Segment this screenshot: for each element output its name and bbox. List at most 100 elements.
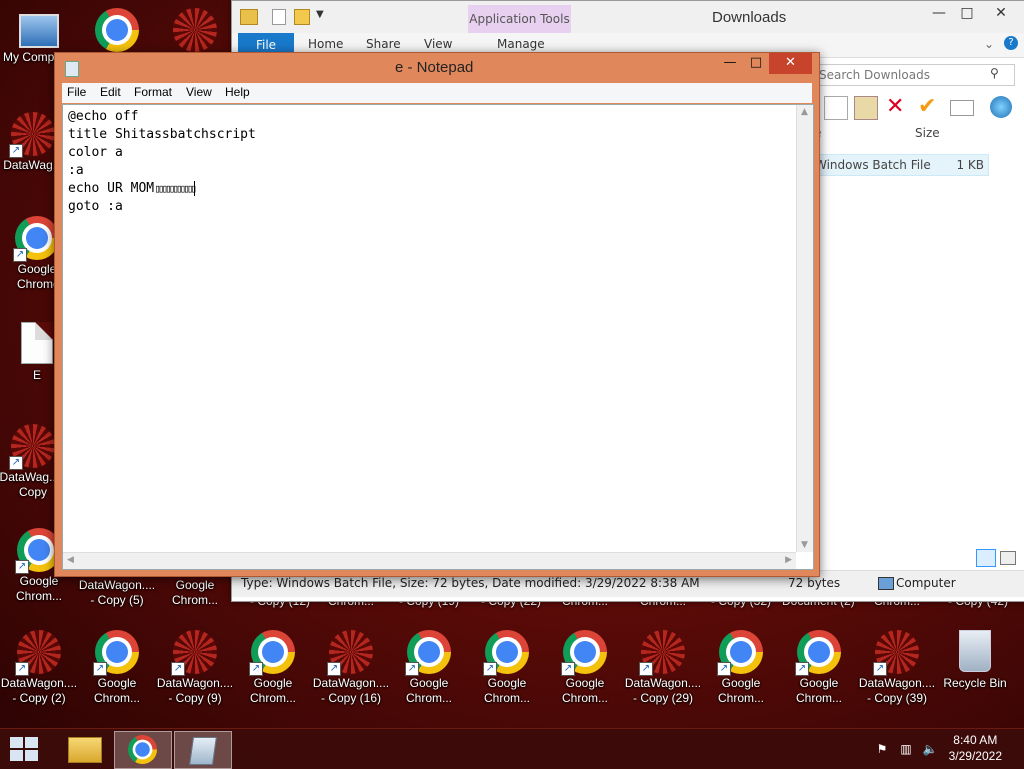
shortcut-arrow-icon: ↗ (327, 662, 341, 676)
desktop-icon-google-chrome-3[interactable]: Google Chrom... (156, 578, 234, 608)
volume-muted-icon[interactable]: 🔈 (922, 741, 938, 757)
desktop-icon-label: Google Chrom... (249, 676, 296, 705)
scroll-up-icon[interactable]: ▲ (801, 107, 808, 117)
minimize-button[interactable]: — (717, 53, 743, 74)
chevron-down-icon[interactable]: ⌄ (984, 37, 994, 51)
clock-date: 3/29/2022 (948, 749, 1002, 763)
globe-icon[interactable] (990, 96, 1012, 118)
tab-share[interactable]: Share (366, 37, 401, 51)
delete-icon[interactable]: ✕ (886, 96, 908, 118)
taskbar-chrome[interactable] (114, 731, 172, 769)
search-icon: ⚲ (990, 66, 999, 80)
desktop-icon[interactable]: ↗ DataWagon.... - Copy (39) (858, 630, 936, 706)
action-center-flag-icon[interactable]: ⚑ (874, 741, 890, 757)
application-tools-label: Application Tools (468, 5, 571, 33)
desktop-icon[interactable]: ↗ Google Chrom... (234, 630, 312, 706)
desktop-icon[interactable]: ↗ Google Chrom... (390, 630, 468, 706)
desktop-icon[interactable]: D (1014, 630, 1024, 691)
menu-file[interactable]: File (67, 85, 86, 99)
file-row[interactable]: Windows Batch File 1 KB (812, 154, 989, 176)
desktop-icon[interactable]: ↗ DataWagon.... - Copy (29) (624, 630, 702, 706)
windows-logo-icon (25, 737, 38, 748)
scroll-down-icon[interactable]: ▼ (801, 540, 808, 550)
column-headers: e Size (814, 126, 1014, 146)
status-location: Computer (896, 576, 956, 590)
code-line: echo UR MOM▯▯▯▯▯▯▯▯▯▯▯ (68, 180, 197, 198)
desktop-icon[interactable]: ↗ Google Chrom... (702, 630, 780, 706)
checkmark-icon[interactable]: ✔ (918, 96, 940, 118)
paste-icon[interactable] (854, 96, 878, 120)
search-input[interactable]: Search Downloads (814, 64, 1015, 86)
chrome-icon: ↗ (249, 630, 295, 676)
desktop-icon[interactable]: ↗ Google Chrom... (546, 630, 624, 706)
desktop-icon-label: Google Chrome (17, 262, 60, 291)
copy-icon[interactable] (824, 96, 848, 120)
clock[interactable]: 8:40 AM 3/29/2022 (949, 732, 1002, 764)
computer-icon (19, 14, 59, 48)
rename-icon[interactable] (950, 100, 974, 116)
close-button[interactable]: ✕ (769, 53, 812, 74)
code-line: @echo off (68, 109, 139, 124)
horizontal-scrollbar[interactable]: ◀ ▶ (63, 552, 796, 569)
menu-view[interactable]: View (186, 85, 212, 99)
text-editor[interactable]: @echo off title Shitassbatchscript color… (62, 104, 814, 570)
close-button[interactable]: ✕ (984, 1, 1018, 25)
datawagon-icon: ↗ (9, 112, 55, 158)
chrome-icon (128, 735, 158, 765)
desktop-icon[interactable]: ↗ Google Chrom... (468, 630, 546, 706)
properties-icon[interactable] (272, 9, 286, 25)
scroll-left-icon[interactable]: ◀ (67, 555, 74, 565)
clock-time: 8:40 AM (953, 733, 998, 747)
scroll-right-icon[interactable]: ▶ (785, 555, 792, 565)
taskbar-notepad[interactable] (174, 731, 232, 769)
network-icon[interactable]: ▥ (898, 741, 914, 757)
desktop-icon[interactable]: ↗ DataWagon.... - Copy (2) (0, 630, 78, 706)
shortcut-arrow-icon: ↗ (93, 662, 107, 676)
menu-help[interactable]: Help (225, 85, 250, 99)
chrome-icon: ↗ (717, 630, 763, 676)
chrome-icon: ↗ (93, 630, 139, 676)
large-icons-view-icon[interactable] (1000, 551, 1016, 565)
chrome-icon: ↗ (483, 630, 529, 676)
explorer-titlebar[interactable]: ▼ Application Tools Downloads — □ ✕ (232, 1, 1024, 33)
desktop-icon-label: DataWagon.... - Copy (9) (156, 676, 234, 705)
desktop-icon-label: DataWagon.... - Copy (16) (312, 676, 390, 705)
notepad-window[interactable]: e - Notepad — □ ✕ File Edit Format View … (54, 52, 820, 577)
folder-icon (68, 737, 102, 763)
maximize-button[interactable]: □ (743, 53, 769, 74)
desktop-icon-label: Google Chrom... (483, 676, 530, 705)
menu-format[interactable]: Format (134, 85, 172, 99)
notepad-icon (65, 61, 79, 77)
notepad-titlebar[interactable]: e - Notepad — □ ✕ (55, 53, 819, 81)
desktop-icon-label: DataWagon.... - Copy (39) (858, 676, 936, 705)
datawagon-icon: ↗ (9, 424, 55, 470)
garbled-chars: ▯▯▯▯▯▯▯▯▯▯▯ (154, 182, 197, 195)
tab-home[interactable]: Home (308, 37, 343, 51)
desktop-icon[interactable]: ↗ DataWagon.... - Copy (9) (156, 630, 234, 706)
new-folder-icon[interactable] (294, 9, 310, 25)
tab-view[interactable]: View (424, 37, 452, 51)
chrome-icon (95, 8, 139, 52)
column-size-header[interactable]: Size (915, 126, 940, 140)
maximize-button[interactable]: □ (950, 1, 984, 25)
tab-manage[interactable]: Manage (497, 37, 545, 51)
desktop-icon[interactable]: ↗ Google Chrom... (78, 630, 156, 706)
file-size: 1 KB (956, 158, 984, 172)
desktop-icon[interactable]: ↗ DataWagon.... - Copy (16) (312, 630, 390, 706)
taskbar-file-explorer[interactable] (56, 731, 112, 767)
menu-edit[interactable]: Edit (100, 85, 121, 99)
help-icon[interactable]: ? (1004, 36, 1018, 50)
desktop-icon-label: DataWagon.... - Copy (5) (78, 578, 156, 607)
code-line: color a (68, 145, 123, 160)
desktop-icon-datawagon-copy-5[interactable]: DataWagon.... - Copy (5) (78, 578, 156, 608)
notepad-title: e - Notepad (395, 59, 474, 76)
desktop-icon[interactable]: ↗ Google Chrom... (780, 630, 858, 706)
details-view-icon[interactable] (976, 549, 996, 567)
code-line: title Shitassbatchscript (68, 127, 256, 142)
vertical-scrollbar[interactable]: ▲ ▼ (796, 105, 813, 552)
desktop-icon[interactable]: Recycle Bin (936, 630, 1014, 691)
start-button[interactable] (10, 737, 40, 761)
code-line-text: echo UR MOM (68, 181, 155, 196)
chevron-down-icon[interactable]: ▼ (316, 9, 324, 20)
windows-logo-icon (25, 750, 38, 761)
